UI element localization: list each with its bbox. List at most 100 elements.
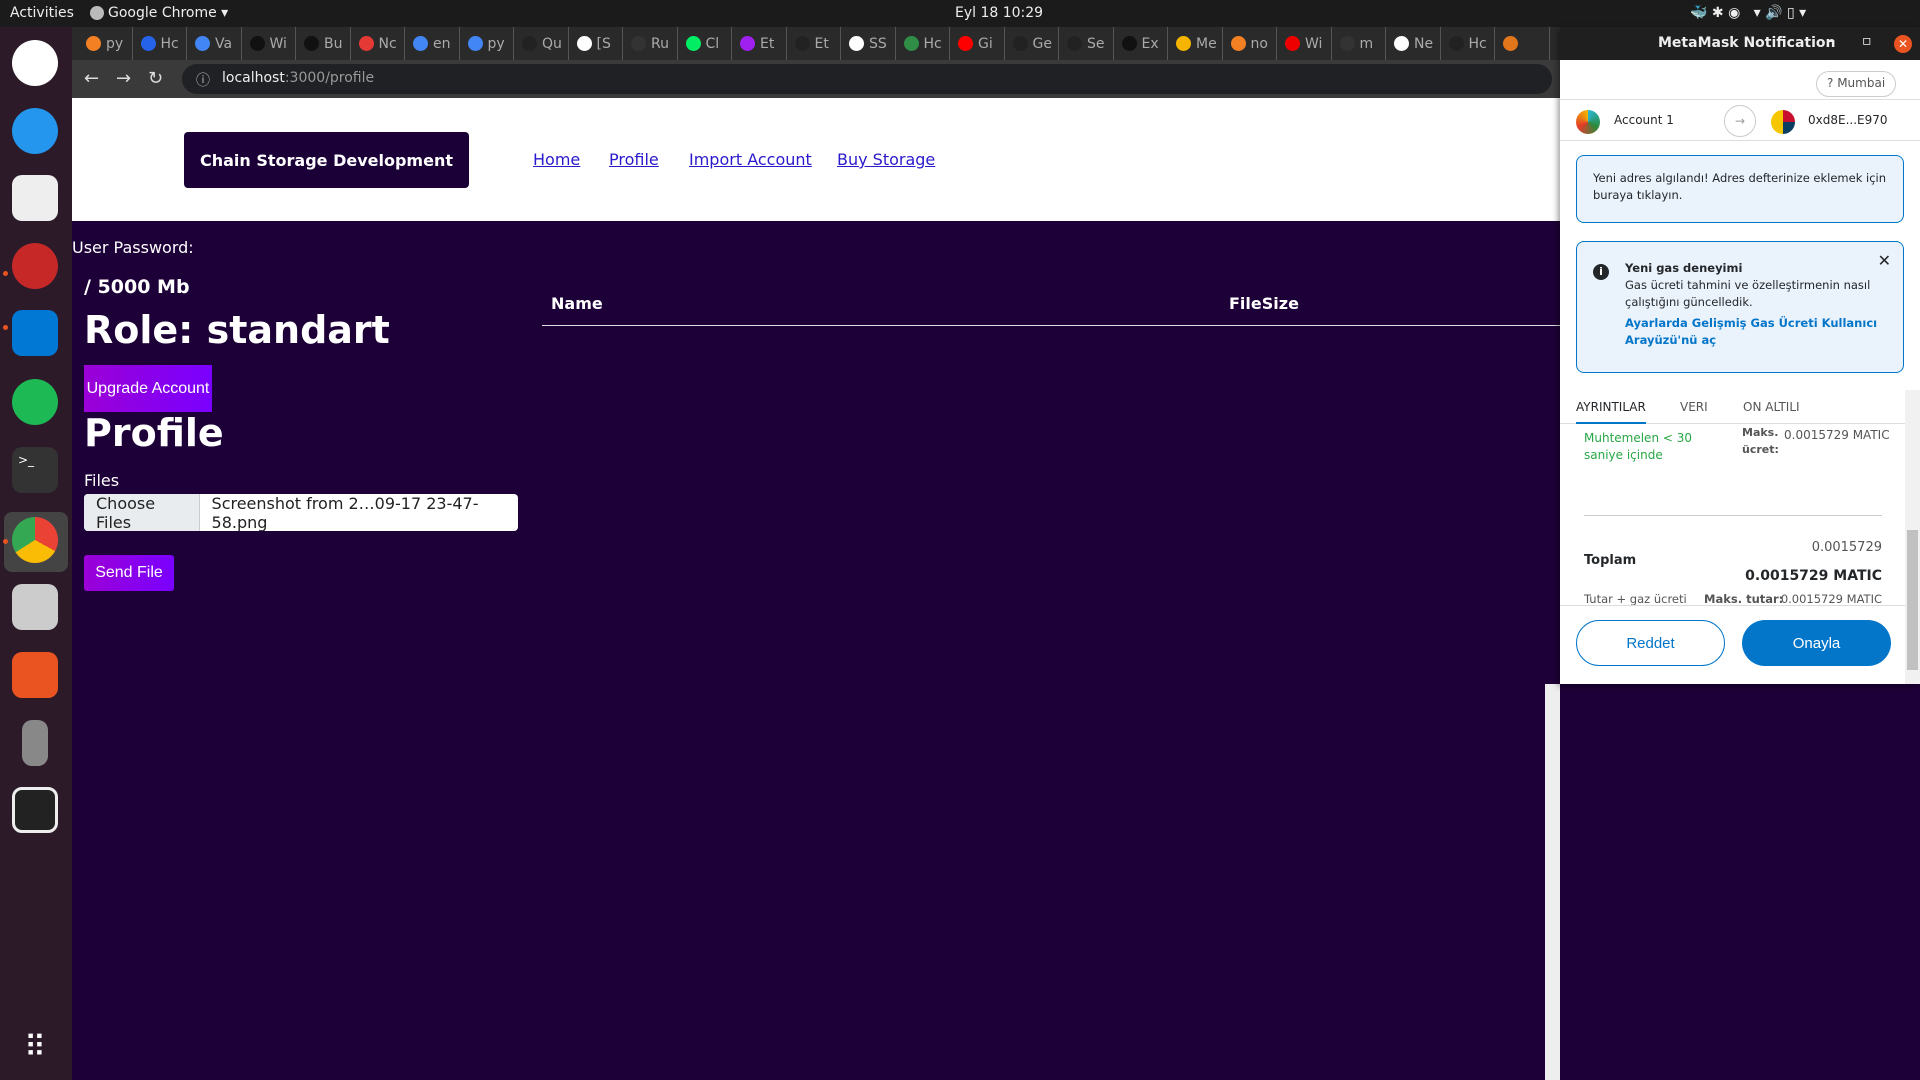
divider <box>1584 515 1882 516</box>
tab-hex[interactable]: ON ALTILI <box>1743 400 1800 414</box>
browser-tab[interactable]: Wi <box>242 27 296 60</box>
reload-icon[interactable]: ↻ <box>148 68 163 89</box>
arrow-right-icon: → <box>1724 105 1756 137</box>
tab-details[interactable]: AYRINTILAR <box>1576 400 1646 424</box>
device-icon[interactable] <box>22 720 48 766</box>
favicon-icon <box>1012 36 1028 51</box>
browser-tab[interactable]: Et <box>732 27 787 60</box>
tray-icons[interactable]: 🐳 ✱ ◉ ▾ 🔊 ▯ ▾ <box>1690 5 1806 21</box>
forward-icon[interactable]: → <box>116 68 131 89</box>
clock[interactable]: Eyl 18 10:29 <box>955 5 1043 21</box>
tab-data[interactable]: VERI <box>1680 400 1708 414</box>
browser-tab[interactable]: Ru <box>623 27 678 60</box>
spotify-icon[interactable] <box>12 379 58 425</box>
browser-tab[interactable]: py <box>78 27 133 60</box>
file-input[interactable]: Choose Files Screenshot from 2…09-17 23-… <box>84 494 518 531</box>
site-header: Chain Storage Development Home Profile I… <box>72 98 1560 221</box>
tab-label: Ru <box>651 35 669 52</box>
tab-label: Qu <box>542 35 562 52</box>
nav-profile[interactable]: Profile <box>609 150 659 169</box>
browser-tab[interactable]: Me <box>1168 27 1223 60</box>
browser-tab[interactable]: Wi <box>1277 27 1332 60</box>
from-account[interactable]: Account 1 <box>1614 113 1674 127</box>
browser-tab[interactable]: Hc <box>896 27 950 60</box>
browser-tab[interactable]: Se <box>1059 27 1114 60</box>
maximize-icon[interactable]: ▫ <box>1862 33 1872 49</box>
browser-tab[interactable] <box>1495 27 1550 60</box>
favicon-icon <box>1285 36 1300 51</box>
browser-tab[interactable]: Nc <box>351 27 405 60</box>
system-top-bar: Activities Google Chrome ▾ Eyl 18 10:29 … <box>0 0 1920 27</box>
favicon-icon <box>685 36 701 51</box>
app-menu[interactable]: Google Chrome ▾ <box>108 5 228 21</box>
nav-home[interactable]: Home <box>533 150 580 169</box>
activities-button[interactable]: Activities <box>10 5 74 21</box>
tab-label: Ex <box>1141 35 1159 52</box>
favicon-icon <box>413 36 428 51</box>
favicon-icon <box>358 36 374 51</box>
details-tabs: AYRINTILAR VERI ON ALTILI <box>1560 390 1905 424</box>
browser-tab[interactable]: Ge <box>1005 27 1059 60</box>
send-file-button[interactable]: Send File <box>84 555 174 591</box>
browser-tab[interactable]: SS <box>841 27 896 60</box>
to-account[interactable]: 0xd8E...E970 <box>1808 113 1888 127</box>
screenshot-icon[interactable] <box>12 787 58 833</box>
browser-tab[interactable]: Gi <box>950 27 1005 60</box>
browser-tab[interactable]: py <box>460 27 514 60</box>
page-scrollbar[interactable] <box>1545 684 1560 1080</box>
favicon-icon <box>903 36 919 51</box>
help-icon: ? <box>1827 76 1834 90</box>
software-icon[interactable] <box>12 652 58 698</box>
minimize-icon[interactable]: – <box>1828 33 1835 49</box>
reject-button[interactable]: Reddet <box>1576 620 1725 666</box>
browser-tab[interactable]: en <box>405 27 460 60</box>
browser-tab[interactable]: no <box>1223 27 1277 60</box>
browser-tab[interactable]: Ne <box>1386 27 1441 60</box>
confirm-button[interactable]: Onayla <box>1742 620 1891 666</box>
metamask-scrollbar[interactable] <box>1905 390 1920 684</box>
dock: >_ ⠿ <box>0 27 72 1080</box>
tab-label: Ne <box>1414 35 1434 52</box>
total-amount: 0.0015729 MATIC <box>1745 568 1882 584</box>
browser-tab[interactable]: Ex <box>1114 27 1168 60</box>
gas-settings-link[interactable]: Ayarlarda Gelişmiş Gas Ücreti Kullanıcı … <box>1625 315 1887 349</box>
back-icon[interactable]: ← <box>84 68 99 89</box>
new-address-notice[interactable]: Yeni adres algılandı! Adres defterinize … <box>1576 155 1904 223</box>
network-selector[interactable]: ? Mumbai <box>1816 71 1897 97</box>
app-icon[interactable] <box>12 243 58 289</box>
files-icon[interactable] <box>12 584 58 630</box>
tab-label: Hc <box>160 35 179 52</box>
browser-tab[interactable]: Hc <box>1441 27 1495 60</box>
browser-tab[interactable]: Bu <box>296 27 351 60</box>
info-icon: i <box>1593 264 1609 280</box>
gimp-icon[interactable] <box>12 175 58 221</box>
slack-icon[interactable] <box>12 40 58 86</box>
nav-buy-storage[interactable]: Buy Storage <box>837 150 935 169</box>
close-icon[interactable]: ✕ <box>1894 35 1912 53</box>
web-page: Chain Storage Development Home Profile I… <box>72 98 1560 1080</box>
browser-tab[interactable]: Va <box>187 27 242 60</box>
vscode-icon[interactable] <box>12 310 58 356</box>
upgrade-account-button[interactable]: Upgrade Account <box>84 365 212 412</box>
browser-tab[interactable]: m <box>1332 27 1386 60</box>
chrome-dock-icon[interactable] <box>12 517 58 563</box>
dismiss-icon[interactable]: ✕ <box>1878 252 1891 269</box>
terminal-icon[interactable]: >_ <box>12 447 58 493</box>
url-input[interactable]: ⓘ localhost:3000/profile <box>182 64 1552 94</box>
browser-tab[interactable]: [S <box>569 27 623 60</box>
docker-icon[interactable] <box>12 108 58 154</box>
browser-tab[interactable]: Hc <box>133 27 187 60</box>
nav-import-account[interactable]: Import Account <box>689 150 812 169</box>
browser-tab[interactable]: Qu <box>514 27 569 60</box>
account-avatar <box>1576 110 1600 134</box>
browser-tab[interactable]: Cl <box>678 27 732 60</box>
favicon-icon <box>140 36 156 51</box>
browser-tab[interactable]: Et <box>787 27 841 60</box>
gas-title: Yeni gas deneyimi <box>1625 261 1743 275</box>
recipient-avatar <box>1771 110 1795 134</box>
choose-files-button[interactable]: Choose Files <box>84 494 200 531</box>
favicon-icon <box>1394 36 1409 51</box>
amount-gas-label: Tutar + gaz ücreti <box>1584 592 1687 606</box>
brand-logo[interactable]: Chain Storage Development <box>184 132 469 188</box>
app-grid-icon[interactable]: ⠿ <box>12 1025 58 1071</box>
